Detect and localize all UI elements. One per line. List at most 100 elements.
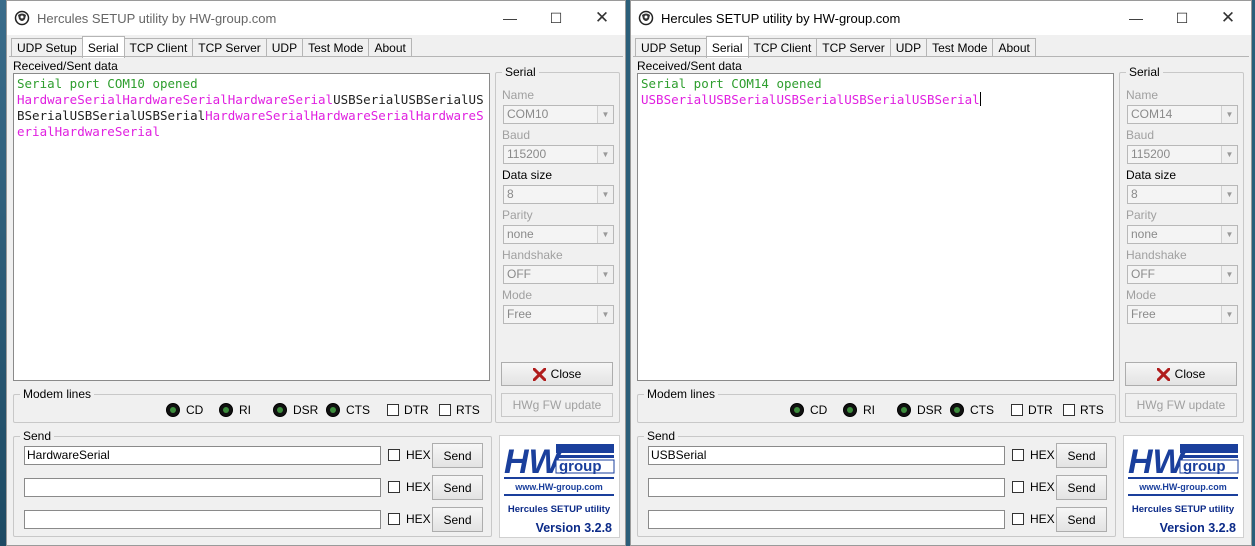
logo-url-text: www.HW-group.com — [514, 482, 602, 492]
hw-group-logo-graphic: HW group www.HW-group.com Hercules SETUP… — [504, 443, 615, 535]
svg-text:HW: HW — [1128, 443, 1188, 481]
port-name-select[interactable]: COM14 ▼ — [1127, 105, 1238, 124]
send-input-2[interactable] — [24, 478, 381, 497]
hercules-icon — [13, 9, 31, 27]
tab-tcp-client[interactable]: TCP Client — [747, 38, 818, 57]
hex-checkbox-1[interactable] — [388, 449, 400, 461]
baud-select[interactable]: 115200 ▼ — [1127, 145, 1238, 164]
send-button-3-label: Send — [1067, 512, 1096, 527]
port-name-value: COM14 — [1131, 107, 1173, 121]
tab-serial[interactable]: Serial — [81, 36, 125, 58]
chevron-down-icon: ▼ — [1221, 186, 1237, 203]
parity-value: none — [1131, 227, 1158, 241]
send-button-3[interactable]: Send — [1056, 507, 1107, 532]
datasize-value: 8 — [507, 187, 514, 201]
baud-select[interactable]: 115200 ▼ — [503, 145, 614, 164]
hw-group-logo[interactable]: HW group www.HW-group.com Hercules SETUP… — [499, 435, 620, 538]
hex-label-1: HEX — [406, 448, 431, 462]
tab-about[interactable]: About — [368, 38, 412, 57]
send-input-3[interactable] — [648, 510, 1005, 529]
hex-checkbox-2[interactable] — [1012, 481, 1024, 493]
send-input-2[interactable] — [648, 478, 1005, 497]
tab-udp-setup[interactable]: UDP Setup — [11, 38, 83, 57]
tab-test-mode[interactable]: Test Mode — [302, 38, 370, 57]
modem-lines-group: Modem lines CD RI DSR CTS DTR RTS — [637, 387, 1116, 423]
close-window-icon[interactable]: ✕ — [1205, 1, 1251, 35]
send-input-3[interactable] — [24, 510, 381, 529]
send-button-2[interactable]: Send — [1056, 475, 1107, 500]
datasize-select[interactable]: 8 ▼ — [503, 185, 614, 204]
send-input-1-value: HardwareSerial — [27, 448, 110, 462]
tab-tcp-server[interactable]: TCP Server — [816, 38, 891, 57]
dtr-checkbox[interactable] — [1011, 404, 1023, 416]
tab-about[interactable]: About — [992, 38, 1036, 57]
cd-led-icon — [790, 403, 804, 417]
serial-panel: Received/Sent data Serial port COM10 ope… — [9, 56, 623, 543]
tab-test-mode[interactable]: Test Mode — [926, 38, 994, 57]
minimize-icon[interactable]: — — [1113, 1, 1159, 35]
chevron-down-icon: ▼ — [597, 186, 613, 203]
dsr-led-icon — [273, 403, 287, 417]
parity-select[interactable]: none ▼ — [503, 225, 614, 244]
send-button-1[interactable]: Send — [432, 443, 483, 468]
tab-udp[interactable]: UDP — [265, 38, 304, 57]
send-legend: Send — [23, 429, 52, 443]
mode-select[interactable]: Free ▼ — [503, 305, 614, 324]
port-name-select[interactable]: COM10 ▼ — [503, 105, 614, 124]
tab-bar: UDP Setup Serial TCP Client TCP Server UDP Te… — [635, 35, 1036, 58]
hwg-fw-update-button[interactable]: HWg FW update — [501, 393, 613, 417]
dtr-checkbox[interactable] — [387, 404, 399, 416]
send-button-1-label: Send — [443, 448, 472, 463]
cd-led-icon — [166, 403, 180, 417]
close-port-button[interactable]: Close — [501, 362, 613, 386]
received-sent-log[interactable]: Serial port COM14 opened USBSerialUSBSer… — [637, 73, 1114, 381]
log-data: USBSerialUSBSerialUSBSerialUSBSerialUSBS… — [641, 92, 981, 107]
hw-group-logo[interactable]: HW group www.HW-group.com Hercules SETUP… — [1123, 435, 1244, 538]
send-button-3[interactable]: Send — [432, 507, 483, 532]
datasize-select[interactable]: 8 ▼ — [1127, 185, 1238, 204]
close-window-icon[interactable]: ✕ — [579, 1, 625, 35]
hex-checkbox-3[interactable] — [1012, 513, 1024, 525]
send-input-1[interactable]: USBSerial — [648, 446, 1005, 465]
maximize-icon[interactable]: ☐ — [533, 1, 579, 35]
send-group: Send USBSerial HEX Send HEX Send HEX Sen… — [637, 429, 1116, 537]
minimize-icon[interactable]: — — [487, 1, 533, 35]
hex-checkbox-1[interactable] — [1012, 449, 1024, 461]
handshake-select[interactable]: OFF ▼ — [503, 265, 614, 284]
cts-led-icon — [326, 403, 340, 417]
send-input-1[interactable]: HardwareSerial — [24, 446, 381, 465]
hex-checkbox-3[interactable] — [388, 513, 400, 525]
hex-checkbox-2[interactable] — [388, 481, 400, 493]
rts-checkbox[interactable] — [1063, 404, 1075, 416]
text-caret — [979, 92, 981, 106]
hex-label-2: HEX — [406, 480, 431, 494]
chevron-down-icon: ▼ — [1221, 106, 1237, 123]
baud-label: Baud — [502, 128, 531, 142]
handshake-select[interactable]: OFF ▼ — [1127, 265, 1238, 284]
logo-product-text: Hercules SETUP utility — [1132, 504, 1235, 515]
send-group: Send HardwareSerial HEX Send HEX Send HE… — [13, 429, 492, 537]
dtr-label: DTR — [1028, 403, 1053, 417]
tab-udp[interactable]: UDP — [889, 38, 928, 57]
tab-serial[interactable]: Serial — [705, 36, 749, 58]
mode-select[interactable]: Free ▼ — [1127, 305, 1238, 324]
serial-legend: Serial — [1129, 65, 1160, 79]
baud-value: 115200 — [507, 147, 547, 161]
send-button-2[interactable]: Send — [432, 475, 483, 500]
log-opened-line: Serial port COM14 opened — [641, 76, 822, 91]
parity-label: Parity — [502, 208, 533, 222]
send-button-1[interactable]: Send — [1056, 443, 1107, 468]
title-bar[interactable]: Hercules SETUP utility by HW-group.com —… — [631, 1, 1251, 35]
maximize-icon[interactable]: ☐ — [1159, 1, 1205, 35]
rts-checkbox[interactable] — [439, 404, 451, 416]
close-x-icon — [1156, 367, 1170, 381]
hwg-fw-update-button[interactable]: HWg FW update — [1125, 393, 1237, 417]
log-segment: USBSerialUSBSerialUSBSerialUSBSerialUSBS… — [641, 92, 980, 107]
tab-tcp-server[interactable]: TCP Server — [192, 38, 267, 57]
parity-select[interactable]: none ▼ — [1127, 225, 1238, 244]
tab-tcp-client[interactable]: TCP Client — [123, 38, 194, 57]
tab-udp-setup[interactable]: UDP Setup — [635, 38, 707, 57]
close-port-button[interactable]: Close — [1125, 362, 1237, 386]
received-sent-log[interactable]: Serial port COM10 opened HardwareSerialH… — [13, 73, 490, 381]
title-bar[interactable]: Hercules SETUP utility by HW-group.com —… — [7, 1, 625, 35]
